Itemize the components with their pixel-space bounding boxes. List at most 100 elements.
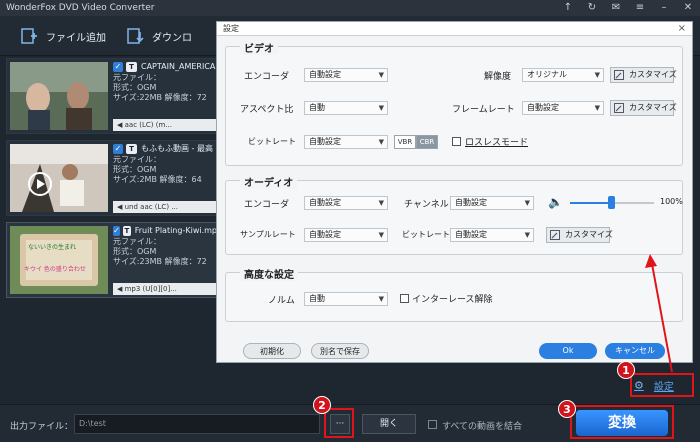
- select-value: オリジナル: [527, 70, 567, 79]
- minimize-icon[interactable]: –: [652, 0, 676, 16]
- file-format: 形式：OGM: [113, 247, 157, 256]
- audio-track-select[interactable]: ◀ aac (LC) (m...: [113, 119, 217, 131]
- select-value: 自動設定: [309, 70, 341, 79]
- audio-bitrate-select[interactable]: 自動設定 ▼: [450, 228, 534, 242]
- edit-icon: [550, 230, 560, 240]
- audio-track-select[interactable]: ◀ und aac (LC) ...: [113, 201, 217, 213]
- select-value: 自動設定: [309, 198, 341, 207]
- chevron-down-icon: ▼: [524, 231, 530, 239]
- resolution-customize-button[interactable]: カスタマイズ: [610, 67, 677, 83]
- file-source: 元ファイル：: [113, 155, 161, 164]
- video-bitrate-select[interactable]: 自動設定 ▼: [304, 135, 388, 149]
- audio-encoder-select[interactable]: 自動設定 ▼: [304, 196, 388, 210]
- file-info: ✓ T CAPTAIN_AMERICA 元ファイル： 形式：OGM サイズ:22MB…: [113, 61, 217, 103]
- file-source: 元ファイル：: [113, 237, 161, 246]
- window-controls: ↑ ↻ ✉ ≡ – ✕: [556, 0, 700, 16]
- video-section-title: ビデオ: [240, 40, 278, 55]
- video-encoder-select[interactable]: 自動設定 ▼: [304, 68, 388, 82]
- output-file-label: 出力ファイル：: [10, 422, 74, 432]
- volume-slider[interactable]: [570, 196, 654, 209]
- add-file-button[interactable]: ファイル追加: [20, 24, 106, 48]
- video-section: ビデオ エンコーダ 自動設定 ▼ 解像度 オリジナル ▼ カスタマイズ アスペクト比…: [225, 40, 683, 166]
- lossless-label[interactable]: ロスレスモード: [465, 135, 528, 148]
- framerate-customize-button[interactable]: カスタマイズ: [610, 100, 677, 116]
- advanced-section-title: 高度な設定: [240, 266, 298, 281]
- file-format: 形式：OGM: [113, 165, 157, 174]
- speaker-icon: ◀: [117, 121, 125, 129]
- feedback-icon[interactable]: ✉: [604, 0, 628, 16]
- dialog-title-bar: 設定 ×: [217, 22, 692, 36]
- video-thumbnail: ないいきの生まれ キウイ 色の盛り合わせ: [10, 226, 108, 294]
- file-item[interactable]: ✓ T もふもふ動画 - 最高 元ファイル： 形式：OGM サイズ:2MB 解像度：…: [6, 140, 218, 216]
- norm-select[interactable]: 自動 ▼: [304, 292, 388, 306]
- file-size: サイズ:22MB 解像度：72: [113, 93, 207, 102]
- volume-icon: 🔈: [548, 195, 563, 209]
- audio-customize-button[interactable]: カスタマイズ: [546, 227, 613, 243]
- file-info: ✓ T Fruit Plating-Kiwi.mp 元ファイル： 形式：OGM サイ…: [113, 225, 217, 267]
- aspect-ratio-label: アスペクト比: [240, 105, 294, 115]
- edit-icon: [614, 103, 624, 113]
- framerate-select[interactable]: 自動設定 ▼: [522, 101, 604, 115]
- file-item-selected[interactable]: ないいきの生まれ キウイ 色の盛り合わせ ✓ T Fruit Plating-Kiw…: [6, 222, 218, 298]
- cbr-toggle[interactable]: CBR: [416, 135, 438, 149]
- aspect-ratio-select[interactable]: 自動 ▼: [304, 101, 388, 115]
- norm-label: ノルム: [268, 296, 295, 306]
- file-list: ✓ T CAPTAIN_AMERICA 元ファイル： 形式：OGM サイズ:22MB…: [6, 58, 218, 358]
- add-file-label: ファイル追加: [46, 32, 106, 44]
- output-path-field[interactable]: D:\test: [74, 414, 320, 434]
- select-value: 自動設定: [527, 103, 559, 112]
- advanced-section: 高度な設定 ノルム 自動 ▼ インターレース解除: [225, 266, 683, 322]
- menu-icon[interactable]: ≡: [628, 0, 652, 16]
- channel-select[interactable]: 自動設定 ▼: [450, 196, 534, 210]
- samplerate-select[interactable]: 自動設定 ▼: [304, 228, 388, 242]
- download-label: ダウンロ: [152, 32, 192, 44]
- deinterlace-checkbox[interactable]: [400, 294, 409, 303]
- resolution-label: 解像度: [484, 72, 512, 82]
- download-button[interactable]: ダウンロ: [126, 24, 192, 48]
- checkbox-icon[interactable]: ✓: [113, 62, 123, 72]
- file-item[interactable]: ✓ T CAPTAIN_AMERICA 元ファイル： 形式：OGM サイズ:22MB…: [6, 58, 218, 134]
- checkbox-icon[interactable]: ✓: [113, 226, 121, 236]
- lossless-checkbox[interactable]: [452, 137, 461, 146]
- upload-icon[interactable]: ↑: [556, 0, 580, 16]
- reset-button[interactable]: 初期化: [243, 343, 301, 359]
- dialog-close-icon[interactable]: ×: [678, 22, 686, 36]
- audio-encoder-label: エンコーダ: [244, 200, 290, 210]
- ok-button[interactable]: Ok: [539, 343, 597, 359]
- checkbox-icon[interactable]: ✓: [113, 144, 123, 154]
- audio-track-label: aac (LC) (m...: [124, 121, 172, 129]
- chevron-down-icon: ▼: [378, 295, 384, 303]
- chevron-down-icon: ▼: [378, 231, 384, 239]
- volume-fill: [570, 202, 612, 204]
- save-as-button[interactable]: 別名で保存: [311, 343, 369, 359]
- close-window-icon[interactable]: ✕: [676, 0, 700, 16]
- open-folder-button[interactable]: 開く: [362, 414, 416, 434]
- audio-track-select[interactable]: ◀ mp3 (U[0][0]...: [113, 283, 217, 295]
- customize-label: カスタマイズ: [629, 70, 677, 79]
- add-file-icon: [20, 27, 38, 45]
- framerate-label: フレームレート: [452, 105, 515, 115]
- thumbnail-caption: キウイ 色の盛り合わせ: [24, 266, 86, 273]
- file-size: サイズ:23MB 解像度：72: [113, 257, 207, 266]
- callout-badge-2: 2: [313, 396, 331, 414]
- resolution-select[interactable]: オリジナル ▼: [522, 68, 604, 82]
- window-title: WonderFox DVD Video Converter: [6, 3, 155, 13]
- vbr-toggle[interactable]: VBR: [394, 135, 416, 149]
- volume-handle[interactable]: [608, 196, 615, 209]
- audio-track-label: mp3 (U[0][0]...: [124, 285, 177, 293]
- chevron-down-icon: ▼: [378, 71, 384, 79]
- merge-label: すべての動画を結合: [442, 422, 523, 432]
- annotation-arrow: [645, 254, 673, 373]
- speaker-icon: ◀: [117, 203, 125, 211]
- text-badge-icon: T: [126, 144, 137, 154]
- output-path-value: D:\test: [79, 419, 106, 428]
- file-source: 元ファイル：: [113, 73, 161, 82]
- speaker-icon: ◀: [117, 285, 125, 293]
- channel-label: チャンネル: [404, 200, 449, 210]
- merge-checkbox[interactable]: [428, 420, 437, 429]
- video-thumbnail: [10, 62, 108, 130]
- chevron-down-icon: ▼: [378, 138, 384, 146]
- text-badge-icon: T: [123, 226, 131, 236]
- refresh-icon[interactable]: ↻: [580, 0, 604, 16]
- select-value: 自動設定: [455, 198, 487, 207]
